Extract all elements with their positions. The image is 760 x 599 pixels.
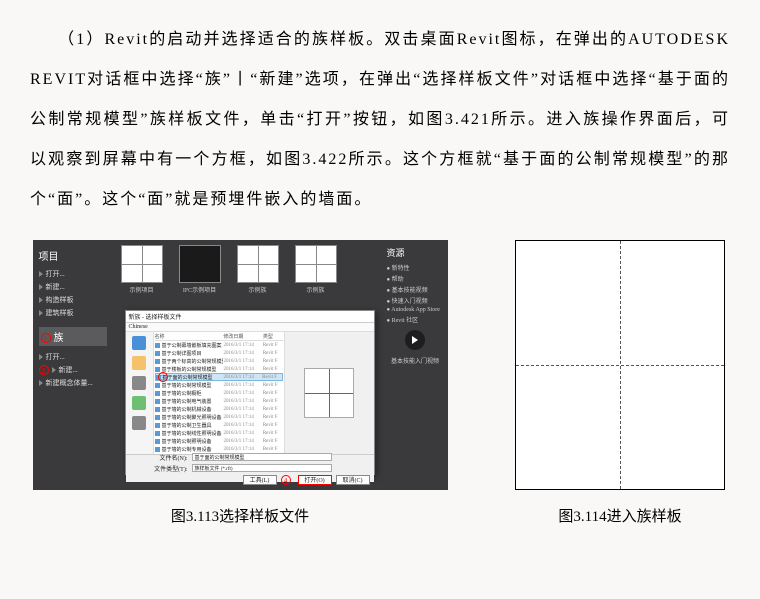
file-row: 基于墙的公制机械设备2016/3/1 17:14Revit F: [155, 405, 283, 413]
left-panel-title: 项目: [39, 248, 107, 263]
file-dialog: 新族 - 选择样板文件 Chinese 名称 修: [125, 310, 375, 475]
thumb-item: 示例族: [292, 245, 340, 303]
file-icon: [155, 407, 160, 412]
dialog-preview: [284, 332, 374, 454]
file-row: 基于墙的公制橱柜2016/3/1 17:14Revit F: [155, 389, 283, 397]
main-paragraph: （1）Revit的启动并选择适合的族样板。双击桌面Revit图标，在弹出的AUT…: [30, 20, 730, 220]
preview-cross-icon: [304, 368, 354, 418]
tools-button: 工具(L): [243, 475, 277, 485]
file-icon: [155, 399, 160, 404]
screenshot-right-panel: 资源 ● 新特性 ● 帮助 ● 基本技能视频 ● 快速入门视频 ● Autode…: [383, 240, 448, 490]
open-button: 打开(O): [298, 475, 332, 485]
file-row: 基于墙的公制电气装置2016/3/1 17:14Revit F: [155, 397, 283, 405]
file-row: 基于公制详图项目2016/3/1 17:14Revit F: [155, 349, 283, 357]
file-icon: [155, 383, 160, 388]
filename-label: 文件名(N):: [160, 453, 188, 462]
vertical-centerline: [620, 241, 621, 489]
dialog-body: 名称 修改日期 类型 基于公制幕墙嵌板填充图案2016/3/1 17:14Rev…: [126, 332, 374, 454]
template-face-box: [515, 240, 725, 490]
nav-folder-icon: [132, 356, 146, 370]
figure-left: 项目 打开... 新建... 构造样板 建筑样板 1族 打开... 2新建...…: [30, 240, 450, 526]
filetype-label: 文件类型(T):: [154, 464, 187, 473]
marker-4-icon: 4: [281, 475, 291, 485]
cancel-button: 取消(C): [336, 475, 370, 485]
nav-folder-icon: [132, 416, 146, 430]
right-panel-item: ● Autodesk App Store: [387, 307, 444, 313]
file-row: 基于墙的公制线性照明设备2016/3/1 17:14Revit F: [155, 429, 283, 437]
figure-right-caption: 图3.114进入族样板: [558, 505, 681, 526]
file-row: 基于两个标高的公制常规模型2016/3/1 17:14Revit F: [155, 357, 283, 365]
family-item: 新建概念体量...: [39, 378, 107, 388]
file-icon: [155, 351, 160, 356]
thumb-image: [237, 245, 279, 283]
nav-folder-icon: [132, 396, 146, 410]
revit-start-screenshot: 项目 打开... 新建... 构造样板 建筑样板 1族 打开... 2新建...…: [33, 240, 448, 490]
right-panel-item: ● 新特性: [387, 263, 444, 272]
right-panel-item: ● 帮助: [387, 274, 444, 283]
dialog-toolbar: Chinese: [126, 323, 374, 332]
file-row: 基于墙的公制常规模型2016/3/1 17:14Revit F: [155, 381, 283, 389]
right-panel-title: 资源: [387, 246, 444, 259]
file-row: 基于面的公制常规模型2016/3/1 17:14Revit F3: [155, 373, 283, 381]
family-item: 打开...: [39, 352, 107, 362]
file-icon: [155, 343, 160, 348]
marker-3-icon: 3: [158, 372, 168, 382]
dialog-title-bar: 新族 - 选择样板文件: [126, 311, 374, 323]
marker-1-icon: 1: [41, 333, 51, 343]
filetype-field: 族样板文件 (*.rft): [192, 464, 332, 472]
file-row: 基于墙的公制聚光照明设备2016/3/1 17:14Revit F: [155, 413, 283, 421]
family-title: 1族: [39, 327, 107, 346]
right-panel-item: ● 快速入门视频: [387, 296, 444, 305]
thumb-image: [121, 245, 163, 283]
file-list-header: 名称 修改日期 类型: [155, 333, 283, 341]
video-play-icon: [405, 330, 425, 350]
file-icon: [155, 423, 160, 428]
video-label: 基本技能入门视频: [387, 356, 444, 365]
file-row: 基于墙的公制卫生器具2016/3/1 17:14Revit F: [155, 421, 283, 429]
filename-field: 基于面的公制常规模型: [192, 453, 332, 461]
thumb-image: [179, 245, 221, 283]
file-icon: [155, 431, 160, 436]
screenshot-left-panel: 项目 打开... 新建... 构造样板 建筑样板 1族 打开... 2新建...…: [33, 240, 113, 490]
file-icon: [155, 439, 160, 444]
file-row: 基于楼板的公制常规模型2016/3/1 17:14Revit F: [155, 365, 283, 373]
file-icon: [155, 391, 160, 396]
right-panel-item: ● Revit 社区: [387, 315, 444, 324]
left-panel-item: 新建...: [39, 282, 107, 292]
file-icon: [155, 359, 160, 364]
thumbnail-row: 示例项目 IFC示例项目 示例族 示例族: [118, 245, 340, 303]
file-icon: [155, 415, 160, 420]
dialog-footer: 文件名(N): 基于面的公制常规模型 文件类型(T): 族样板文件 (*.rft…: [126, 454, 374, 482]
left-panel-item: 构造样板: [39, 295, 107, 305]
file-list: 名称 修改日期 类型 基于公制幕墙嵌板填充图案2016/3/1 17:14Rev…: [154, 332, 284, 454]
figure-left-caption: 图3.113选择样板文件: [171, 505, 309, 526]
family-new-item: 2新建...: [39, 365, 107, 375]
thumb-item: 示例族: [234, 245, 282, 303]
thumb-item: IFC示例项目: [176, 245, 224, 303]
right-panel-item: ● 基本技能视频: [387, 285, 444, 294]
file-row: 基于公制幕墙嵌板填充图案2016/3/1 17:14Revit F: [155, 341, 283, 349]
nav-folder-icon: [132, 336, 146, 350]
marker-2-icon: 2: [39, 365, 49, 375]
nav-folder-icon: [132, 376, 146, 390]
left-panel-item: 建筑样板: [39, 308, 107, 318]
dialog-nav: [126, 332, 154, 454]
figures-row: 项目 打开... 新建... 构造样板 建筑样板 1族 打开... 2新建...…: [30, 240, 730, 526]
thumb-image: [295, 245, 337, 283]
file-row: 基于墙的公制照明设备2016/3/1 17:14Revit F: [155, 437, 283, 445]
left-panel-item: 打开...: [39, 269, 107, 279]
file-icon: [155, 367, 160, 372]
figure-right: 图3.114进入族样板: [510, 240, 730, 526]
thumb-item: 示例项目: [118, 245, 166, 303]
file-icon: [155, 447, 160, 452]
